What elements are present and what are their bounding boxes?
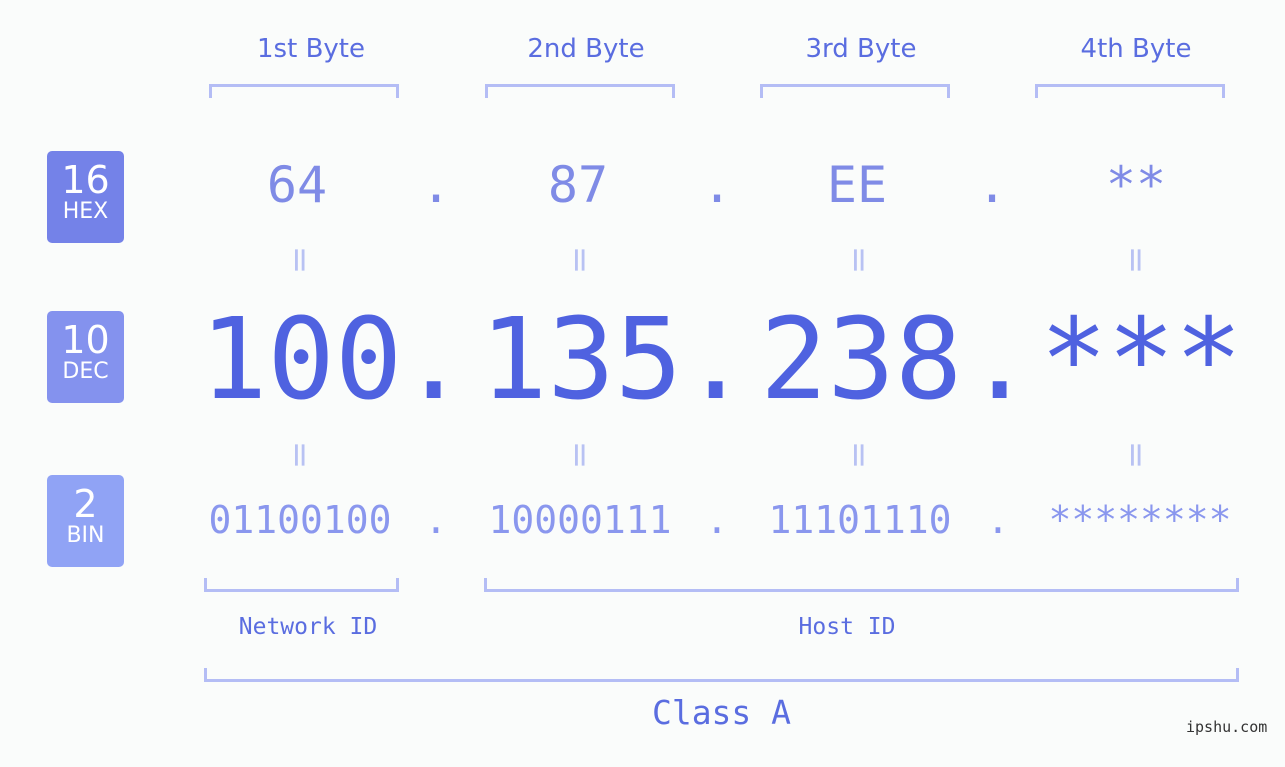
bin-label: BIN bbox=[66, 523, 105, 548]
dec-base: 10 bbox=[61, 318, 110, 362]
dec-dot-1: . bbox=[400, 295, 468, 425]
hex-badge: 16 HEX bbox=[47, 151, 124, 243]
hex-dot-1: . bbox=[420, 156, 452, 214]
dec-byte-2: 135 bbox=[480, 295, 683, 425]
network-id-bracket bbox=[204, 578, 399, 592]
equals-sign: = bbox=[1116, 245, 1156, 275]
bin-badge: 2 BIN bbox=[47, 475, 124, 567]
dec-label: DEC bbox=[62, 359, 109, 384]
equals-sign: = bbox=[560, 440, 600, 470]
hex-byte-3: EE bbox=[826, 156, 888, 214]
equals-sign: = bbox=[280, 440, 320, 470]
bin-dot-1: . bbox=[424, 498, 448, 542]
equals-sign: = bbox=[560, 245, 600, 275]
bin-dot-2: . bbox=[705, 498, 729, 542]
dec-byte-1: 100 bbox=[200, 295, 403, 425]
dec-dot-3: . bbox=[966, 295, 1034, 425]
byte-header-2: 2nd Byte bbox=[527, 34, 645, 64]
hex-dot-2: . bbox=[701, 156, 733, 214]
byte-bracket-4 bbox=[1035, 84, 1225, 98]
dec-dot-2: . bbox=[682, 295, 750, 425]
dec-byte-3: 238 bbox=[760, 295, 963, 425]
equals-sign: = bbox=[280, 245, 320, 275]
bin-dot-3: . bbox=[986, 498, 1010, 542]
hex-label: HEX bbox=[62, 199, 109, 224]
byte-header-3: 3rd Byte bbox=[805, 34, 917, 64]
bin-byte-1: 01100100 bbox=[208, 498, 392, 542]
bin-base: 2 bbox=[73, 482, 98, 526]
equals-sign: = bbox=[839, 245, 879, 275]
host-id-label: Host ID bbox=[798, 614, 896, 640]
byte-bracket-1 bbox=[209, 84, 399, 98]
hex-byte-1: 64 bbox=[266, 156, 328, 214]
bin-byte-2: 10000111 bbox=[488, 498, 672, 542]
equals-sign: = bbox=[839, 440, 879, 470]
bin-byte-4: ******** bbox=[1048, 498, 1232, 542]
bin-byte-3: 11101110 bbox=[768, 498, 952, 542]
dec-byte-4: *** bbox=[1040, 295, 1243, 425]
equals-sign: = bbox=[1116, 440, 1156, 470]
class-bracket bbox=[204, 668, 1239, 682]
dec-badge: 10 DEC bbox=[47, 311, 124, 403]
byte-bracket-2 bbox=[485, 84, 675, 98]
byte-header-4: 4th Byte bbox=[1080, 34, 1192, 64]
network-id-label: Network ID bbox=[238, 614, 378, 640]
hex-byte-4: ** bbox=[1105, 156, 1167, 214]
byte-bracket-3 bbox=[760, 84, 950, 98]
class-label: Class A bbox=[651, 693, 792, 732]
host-id-bracket bbox=[484, 578, 1239, 592]
byte-header-1: 1st Byte bbox=[257, 34, 365, 64]
hex-base: 16 bbox=[61, 158, 110, 202]
hex-dot-3: . bbox=[976, 156, 1008, 214]
watermark: ipshu.com bbox=[1186, 718, 1268, 736]
hex-byte-2: 87 bbox=[547, 156, 609, 214]
